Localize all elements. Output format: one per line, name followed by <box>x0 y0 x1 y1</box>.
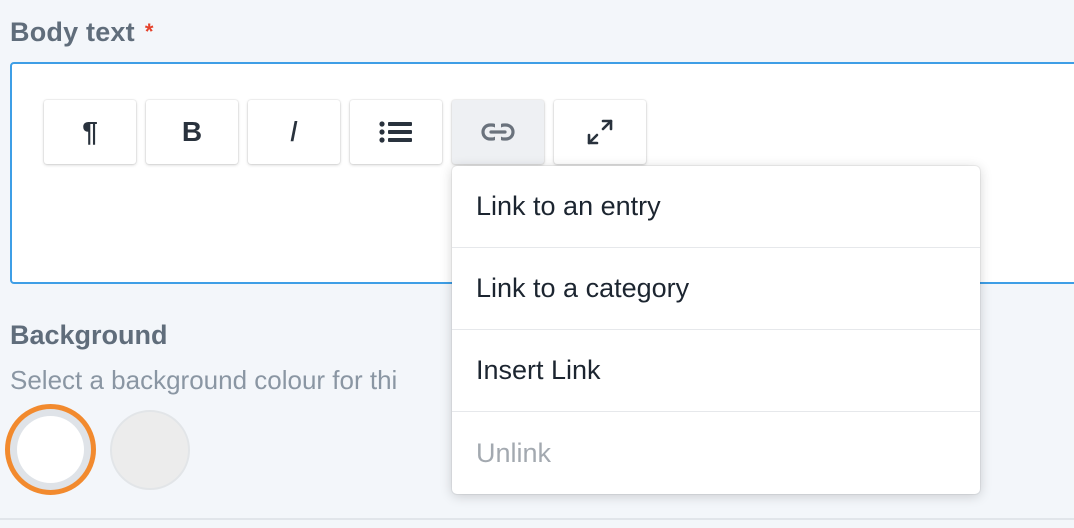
swatch-white-fill <box>17 416 84 483</box>
unordered-list-icon <box>379 121 412 143</box>
background-label: Background <box>10 320 168 350</box>
link-dropdown-menu: Link to an entry Link to a category Inse… <box>452 166 980 494</box>
italic-button[interactable]: I <box>248 100 340 164</box>
pilcrow-icon: ¶ <box>82 116 98 147</box>
section-divider <box>0 518 1074 520</box>
menu-item-insert-link[interactable]: Insert Link <box>452 330 980 412</box>
page: Body text * ¶ B I Background Select a ba… <box>0 0 1074 528</box>
body-text-label-text: Body text <box>10 17 135 47</box>
bold-icon: B <box>181 116 203 147</box>
required-asterisk: * <box>144 19 154 44</box>
paragraph-button[interactable]: ¶ <box>44 100 136 164</box>
link-button[interactable] <box>452 100 544 164</box>
link-icon <box>481 123 515 141</box>
swatch-white-selected[interactable] <box>5 404 96 495</box>
unordered-list-button[interactable] <box>350 100 442 164</box>
fullscreen-button[interactable] <box>554 100 646 164</box>
menu-item-link-to-entry[interactable]: Link to an entry <box>452 166 980 248</box>
expand-icon <box>587 119 613 145</box>
background-instructions: Select a background colour for thi <box>10 365 398 395</box>
swatch-light-grey[interactable] <box>110 410 190 490</box>
menu-item-link-to-category[interactable]: Link to a category <box>452 248 980 330</box>
body-text-label: Body text * <box>10 17 154 48</box>
bold-button[interactable]: B <box>146 100 238 164</box>
italic-icon: I <box>289 115 299 148</box>
menu-item-unlink: Unlink <box>476 437 552 468</box>
